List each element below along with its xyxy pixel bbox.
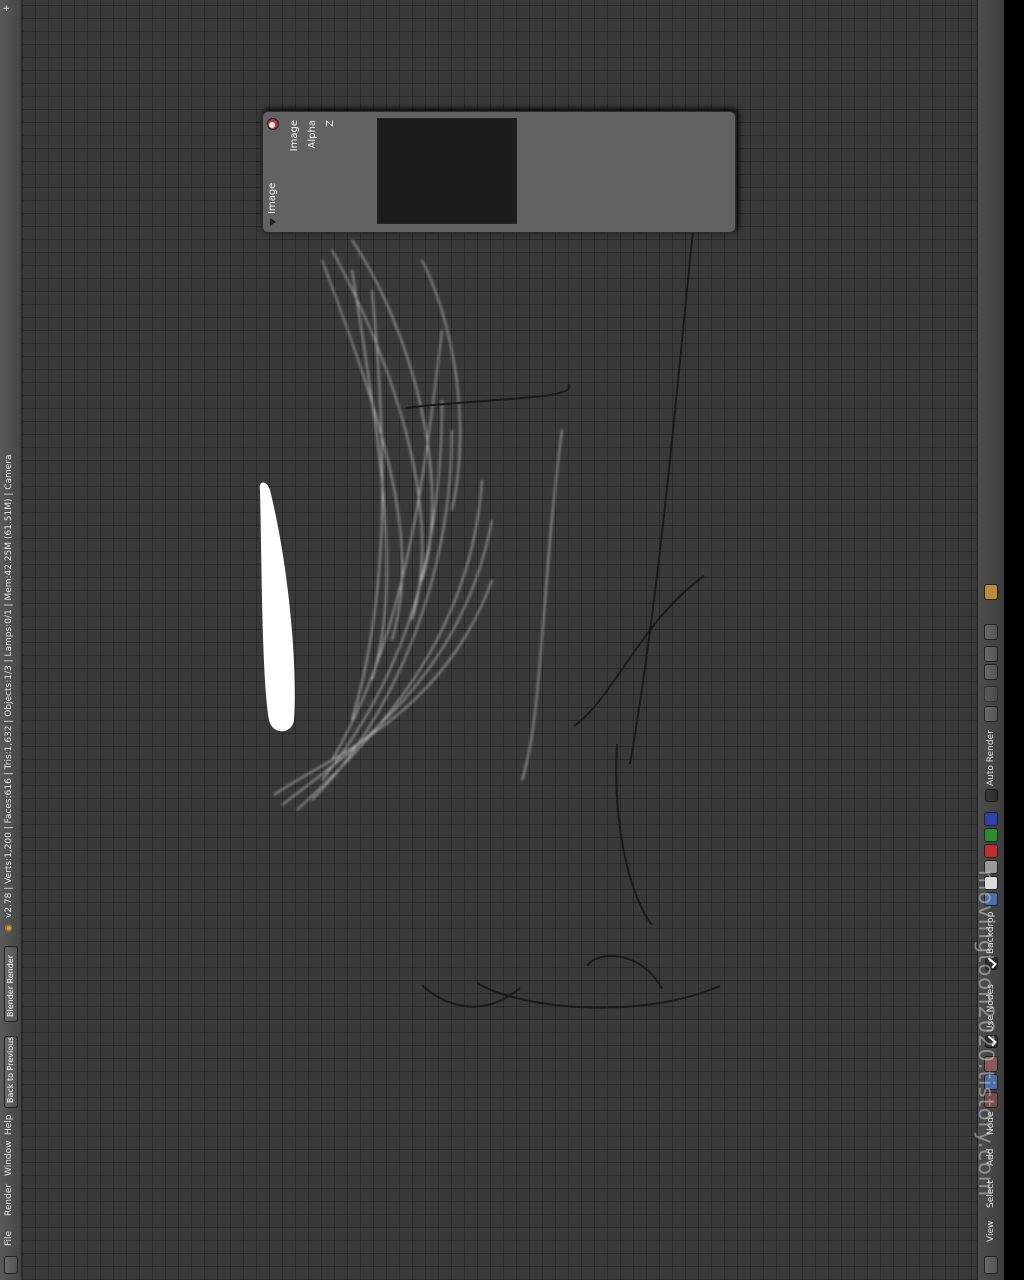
overlay: movingtoon2020.tistory.com [0,0,1024,1280]
watermark-text: movingtoon2020.tistory.com [974,870,998,1198]
